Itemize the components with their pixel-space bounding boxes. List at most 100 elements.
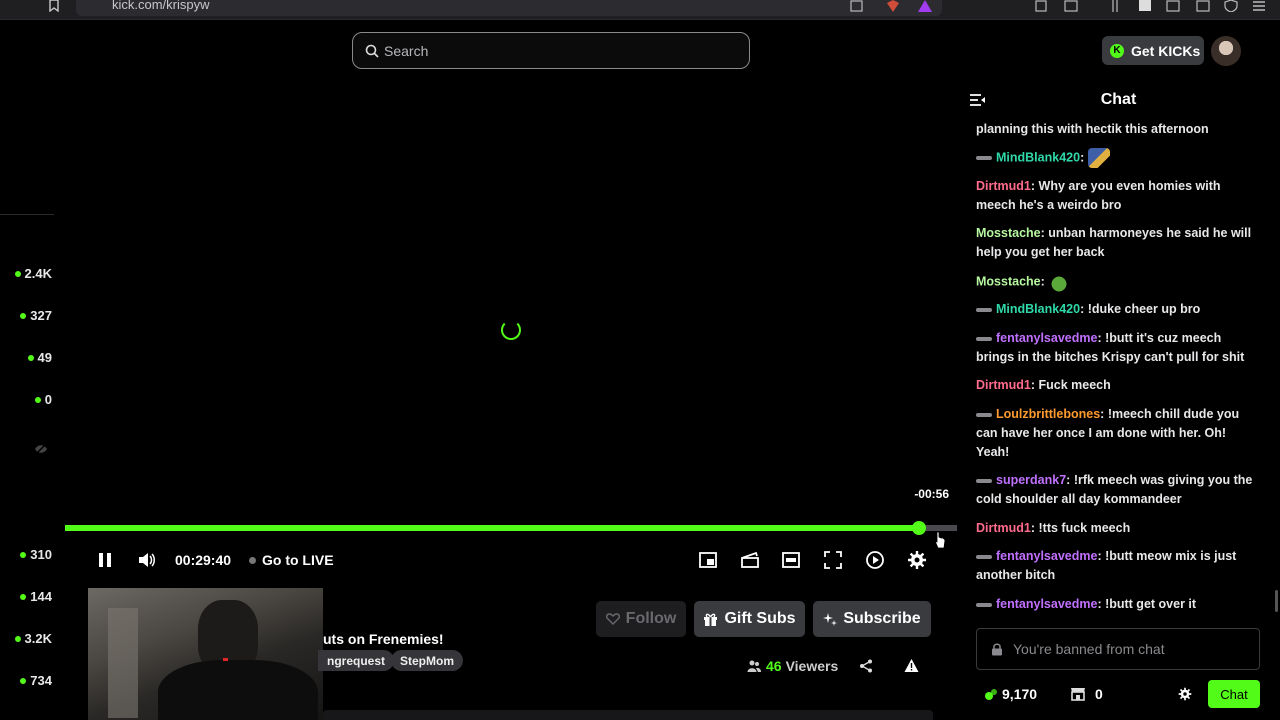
chat-message[interactable]: fentanylsavedme: !butt meow mix is just …	[976, 547, 1262, 585]
chat-username[interactable]: fentanylsavedme	[996, 549, 1097, 563]
menu-icon[interactable]	[1252, 0, 1266, 12]
theater-mode-icon[interactable]	[781, 550, 801, 570]
follow-button[interactable]: Follow	[596, 601, 686, 637]
chat-message[interactable]: MindBlank420:	[976, 148, 1262, 168]
chat-username[interactable]: Dirtmud1	[976, 378, 1031, 392]
extensions-icon[interactable]	[1034, 0, 1048, 12]
volume-icon[interactable]	[137, 550, 157, 570]
gift-subs-button[interactable]: Gift Subs	[694, 601, 805, 637]
chat-badge-icon	[976, 478, 992, 483]
chat-message[interactable]: fentanylsavedme: !butt it's cuz meech br…	[976, 329, 1262, 367]
search-box[interactable]	[352, 32, 750, 69]
lock-icon	[992, 643, 1002, 655]
share-page-icon[interactable]	[850, 0, 864, 12]
chat-message-list[interactable]: planning this with hectik this afternoon…	[976, 120, 1264, 620]
chat-text: !duke cheer up bro	[1087, 302, 1201, 316]
tab-icon[interactable]	[1166, 0, 1180, 12]
get-kicks-button[interactable]: K Get KICKs	[1102, 36, 1204, 65]
chat-message[interactable]: Dirtmud1: Fuck meech	[976, 376, 1262, 395]
webcam-person-body	[158, 660, 318, 720]
stream-tag[interactable]: StepMom	[391, 650, 463, 671]
wallet-icon[interactable]	[1196, 0, 1210, 12]
channel-viewer-count[interactable]: 49	[27, 350, 52, 365]
chat-username[interactable]: Mosstache	[976, 226, 1041, 240]
reader-icon[interactable]	[1110, 0, 1124, 12]
chat-message[interactable]: Dirtmud1: Why are you even homies with m…	[976, 177, 1262, 215]
chat-separator: :	[1030, 179, 1039, 193]
chat-username[interactable]: Mosstache	[976, 274, 1041, 288]
browser-toolbar: kick.com/krispyw	[0, 0, 1280, 20]
channel-viewer-count[interactable]: 734	[20, 673, 52, 688]
channel-viewer-count[interactable]: 310	[20, 547, 52, 562]
user-avatar[interactable]	[1211, 36, 1241, 66]
fullscreen-icon[interactable]	[823, 550, 843, 570]
chat-username[interactable]: fentanylsavedme	[996, 331, 1097, 345]
store-button[interactable]: 0	[1070, 686, 1103, 702]
url-text[interactable]: kick.com/krispyw	[112, 0, 210, 12]
about-section-edge	[323, 710, 933, 720]
chat-username[interactable]: superdank7	[996, 473, 1066, 487]
top-navigation: K Get KICKs	[0, 20, 1280, 80]
search-input[interactable]	[384, 33, 734, 68]
chat-badge-icon	[976, 336, 992, 341]
chat-message[interactable]: Mosstache: unban harmoneyes he said he w…	[976, 224, 1262, 262]
live-dot-icon	[27, 354, 34, 361]
settings-gear-icon[interactable]	[907, 550, 927, 570]
stream-tag[interactable]: ngrequest	[318, 650, 395, 671]
sidebar-toggle-icon[interactable]	[1138, 0, 1152, 12]
chat-username[interactable]: Loulzbrittlebones	[996, 407, 1100, 421]
viewer-count-number: 46	[766, 658, 782, 674]
chat-text: !butt get over it	[1105, 597, 1197, 611]
video-player[interactable]: -00:56 00:29:40 Go to LIVE	[65, 80, 957, 580]
sidebar-divider	[0, 214, 54, 215]
chat-header: Chat	[957, 80, 1280, 120]
hidden-eye-icon[interactable]	[34, 443, 48, 455]
channel-points[interactable]: 9,170	[984, 686, 1037, 702]
bookmark-icon[interactable]	[48, 0, 60, 12]
chat-message[interactable]: superdank7: !rfk meech was giving you th…	[976, 471, 1262, 509]
channel-viewer-count[interactable]: 3.2K	[14, 631, 52, 646]
chat-message[interactable]: Loulzbrittlebones: !meech chill dude you…	[976, 405, 1262, 462]
chat-message[interactable]: Mosstache:	[976, 272, 1262, 292]
screenshot-icon[interactable]	[1064, 0, 1078, 12]
chat-message[interactable]: MindBlank420: !duke cheer up bro	[976, 300, 1262, 319]
channel-viewer-count[interactable]: 327	[20, 308, 52, 323]
subscribe-button[interactable]: Subscribe	[813, 601, 931, 637]
chat-scrollbar[interactable]	[1275, 590, 1278, 612]
channel-viewer-count[interactable]: 144	[20, 589, 52, 604]
channel-viewer-count[interactable]: 2.4K	[14, 266, 52, 281]
seek-handle[interactable]	[911, 521, 926, 535]
chat-badge-icon	[976, 554, 992, 559]
chat-message[interactable]: planning this with hectik this afternoon	[976, 120, 1262, 139]
chat-username[interactable]: Dirtmud1	[976, 521, 1031, 535]
go-to-live-button[interactable]: Go to LIVE	[249, 552, 334, 568]
pause-icon[interactable]	[95, 550, 115, 570]
sparkle-icon	[823, 613, 838, 626]
webcam-background	[108, 608, 138, 718]
chat-separator: :	[1080, 150, 1088, 165]
chat-message[interactable]: Dirtmud1: !tts fuck meech	[976, 519, 1262, 538]
send-chat-button[interactable]: Chat	[1208, 680, 1260, 708]
vpn-icon[interactable]	[1224, 0, 1238, 12]
chat-username[interactable]: MindBlank420	[996, 302, 1080, 316]
chat-settings-gear-icon[interactable]	[1178, 687, 1192, 701]
mini-player-icon[interactable]	[698, 550, 718, 570]
chat-username[interactable]: Dirtmud1	[976, 179, 1031, 193]
rewards-icon[interactable]	[918, 0, 932, 12]
chat-username[interactable]: MindBlank420	[996, 150, 1080, 164]
report-warning-icon[interactable]	[904, 658, 919, 673]
share-icon[interactable]	[859, 659, 873, 673]
chat-separator: :	[1066, 473, 1074, 487]
chat-username[interactable]: fentanylsavedme	[996, 597, 1097, 611]
chat-message[interactable]: fentanylsavedme: !butt get over it	[976, 595, 1262, 614]
chat-separator: :	[1080, 302, 1088, 316]
seek-bar[interactable]	[65, 525, 957, 531]
loading-spinner-icon	[501, 320, 521, 340]
points-icon	[985, 689, 997, 700]
autoplay-icon[interactable]	[865, 550, 885, 570]
clip-icon[interactable]	[740, 550, 760, 570]
brave-shield-icon[interactable]	[886, 0, 900, 12]
chat-badge-icon	[976, 307, 992, 312]
chat-input-banned[interactable]: You're banned from chat	[976, 628, 1260, 670]
channel-viewer-count[interactable]: 0	[34, 392, 52, 407]
